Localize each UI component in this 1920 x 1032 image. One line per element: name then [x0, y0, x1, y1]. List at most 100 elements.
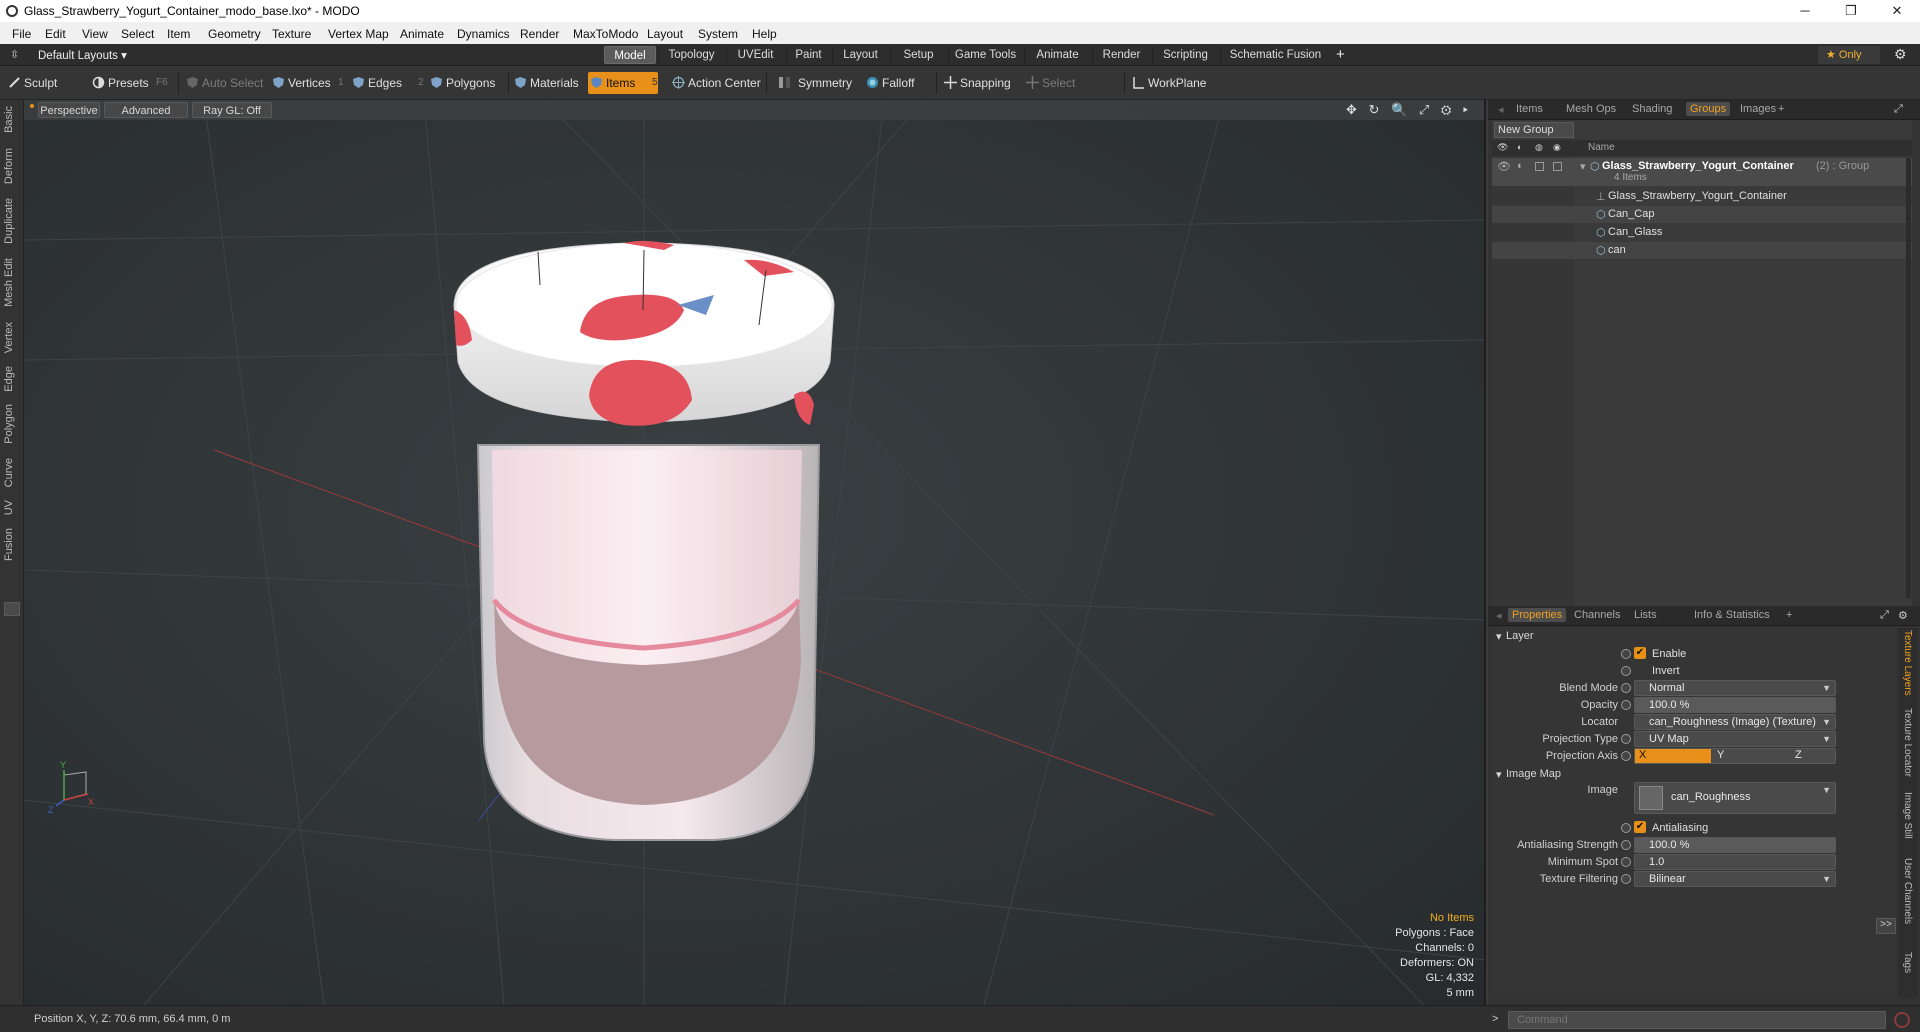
menu-layout[interactable]: Layout	[647, 27, 683, 41]
image-map-section[interactable]: ▾ Image Map	[1492, 766, 1896, 782]
record-icon[interactable]	[1894, 1012, 1910, 1028]
collapse-icon[interactable]: ▾	[1580, 160, 1586, 173]
invert-toggle[interactable]	[1621, 666, 1631, 676]
new-group-button[interactable]: New Group	[1494, 122, 1574, 138]
yogurt-jar-model[interactable]	[453, 240, 835, 841]
min-spot-input[interactable]: 1.0	[1634, 854, 1836, 870]
add-tab-icon[interactable]: +	[1778, 103, 1784, 115]
menu-system[interactable]: System	[698, 27, 738, 41]
tab-mesh-edit[interactable]: Mesh Edit	[3, 258, 15, 307]
action-center-button[interactable]: Action Center	[670, 72, 766, 94]
tab-fusion[interactable]: Fusion	[3, 528, 15, 561]
tab-edge[interactable]: Edge	[3, 366, 15, 392]
auto-select-button[interactable]: Auto Select	[184, 72, 264, 94]
tab-tags[interactable]: Tags	[1902, 952, 1913, 973]
viewport-nav-icons[interactable]: ✥ ↻ 🔍 ⤢ ⚙ ▸	[1346, 102, 1472, 118]
eye-icon[interactable]: 👁	[1497, 160, 1511, 173]
tab-curve[interactable]: Curve	[3, 458, 15, 487]
tab-scripting[interactable]: Scripting	[1152, 46, 1218, 64]
menu-vertex-map[interactable]: Vertex Map	[328, 27, 389, 41]
blend-mode-select[interactable]: Normal ▼	[1634, 680, 1836, 696]
tab-mesh-ops[interactable]: Mesh Ops	[1566, 103, 1616, 115]
locator-select[interactable]: can_Roughness (Image) (Texture) ▼	[1634, 714, 1836, 730]
menu-edit[interactable]: Edit	[45, 27, 66, 41]
tab-vertex[interactable]: Vertex	[3, 322, 15, 353]
image-select[interactable]: can_Roughness ▼	[1634, 782, 1836, 814]
select-through-button[interactable]: Select Through	[1024, 72, 1122, 112]
menu-help[interactable]: Help	[752, 27, 777, 41]
tab-texture-layers[interactable]: Texture Layers	[1902, 630, 1913, 696]
viewport-menu-icon[interactable]	[30, 104, 34, 108]
sculpt-button[interactable]: Sculpt	[6, 72, 88, 94]
tab-duplicate[interactable]: Duplicate	[3, 198, 15, 244]
tab-animate[interactable]: Animate	[1024, 46, 1090, 64]
tab-image-still[interactable]: Image Still	[1902, 792, 1913, 839]
items-button[interactable]: Items	[588, 72, 658, 94]
menu-view[interactable]: View	[82, 27, 108, 41]
tab-model[interactable]: Model	[604, 46, 656, 64]
menu-texture[interactable]: Texture	[272, 27, 311, 41]
menu-render[interactable]: Render	[520, 27, 559, 41]
snapping-button[interactable]: Snapping	[942, 72, 1022, 94]
menu-dynamics[interactable]: Dynamics	[457, 27, 510, 41]
layer-section[interactable]: ▾ Layer	[1492, 628, 1896, 644]
expand-icon[interactable]: ⤢	[1880, 609, 1889, 622]
panel-toggle-button[interactable]	[4, 602, 20, 616]
antialiasing-checkbox[interactable]: ✔	[1634, 821, 1646, 833]
close-button[interactable]: ✕	[1874, 0, 1920, 22]
minimize-button[interactable]: ─	[1782, 0, 1828, 22]
layout-toggle-icon[interactable]: ⇳	[10, 48, 19, 61]
symmetry-button[interactable]: Symmetry	[776, 72, 860, 94]
texture-filtering-select[interactable]: Bilinear ▼	[1634, 871, 1836, 887]
enable-checkbox[interactable]: ✔	[1634, 647, 1646, 659]
list-item[interactable]: ⊥ Glass_Strawberry_Yogurt_Container	[1492, 188, 1912, 205]
3d-viewport[interactable]: Y X Z Perspective Advanced Ray GL: Off ✥…	[24, 100, 1486, 1005]
tab-basic[interactable]: Basic	[3, 106, 15, 133]
tab-render[interactable]: Render	[1092, 46, 1150, 64]
polygons-button[interactable]: Polygons	[428, 72, 508, 94]
tab-info-statistics[interactable]: Info & Statistics	[1694, 609, 1770, 621]
panel-menu-icon[interactable]: ◂	[1498, 103, 1504, 116]
command-input[interactable]	[1508, 1011, 1886, 1029]
menu-item[interactable]: Item	[167, 27, 190, 41]
perspective-dropdown[interactable]: Perspective	[38, 102, 100, 118]
add-tab-icon[interactable]: +	[1786, 609, 1792, 621]
tab-setup[interactable]: Setup	[890, 46, 946, 64]
raygl-toggle[interactable]: Ray GL: Off	[192, 102, 272, 118]
projection-type-select[interactable]: UV Map ▼	[1634, 731, 1836, 747]
tab-properties[interactable]: Properties	[1508, 608, 1567, 622]
menu-geometry[interactable]: Geometry	[208, 27, 261, 41]
tab-deform[interactable]: Deform	[3, 148, 15, 184]
tab-topology[interactable]: Topology	[658, 46, 724, 64]
select-checkbox[interactable]	[1553, 162, 1562, 171]
menu-animate[interactable]: Animate	[400, 27, 444, 41]
tab-channels[interactable]: Channels	[1574, 609, 1620, 621]
edges-button[interactable]: Edges	[350, 72, 416, 94]
menu-select[interactable]: Select	[121, 27, 154, 41]
falloff-button[interactable]: Falloff	[864, 72, 940, 94]
more-button[interactable]: >>	[1876, 918, 1896, 934]
tab-images[interactable]: Images	[1740, 103, 1776, 115]
axis-x-button[interactable]: X	[1635, 749, 1711, 763]
tab-layout[interactable]: Layout	[832, 46, 888, 64]
tab-shading[interactable]: Shading	[1632, 103, 1672, 115]
tab-uvedit[interactable]: UVEdit	[726, 46, 784, 64]
lock-checkbox[interactable]	[1535, 162, 1544, 171]
tab-polygon[interactable]: Polygon	[3, 404, 15, 444]
group-row[interactable]: 👁 ◐ ▾ ⬡ Glass_Strawberry_Yogurt_Containe…	[1492, 158, 1912, 186]
axis-y-button[interactable]: Y	[1717, 749, 1724, 761]
workplane-button[interactable]: WorkPlane	[1130, 72, 1214, 94]
only-toggle[interactable]: ★ Only	[1818, 46, 1880, 64]
tab-lists[interactable]: Lists	[1634, 609, 1657, 621]
tab-uv[interactable]: UV	[3, 500, 15, 515]
render-icon[interactable]: ◐	[1517, 160, 1524, 172]
maximize-button[interactable]: ❐	[1828, 0, 1874, 22]
aa-strength-slider[interactable]: 100.0 %	[1634, 837, 1836, 853]
list-item[interactable]: ⬡ Can_Cap	[1492, 206, 1912, 223]
gear-icon[interactable]: ⚙	[1894, 46, 1907, 63]
tab-paint[interactable]: Paint	[786, 46, 830, 64]
opacity-slider[interactable]: 100.0 %	[1634, 697, 1836, 713]
tab-user-channels[interactable]: User Channels	[1902, 858, 1913, 924]
tab-texture-locator[interactable]: Texture Locator	[1902, 708, 1913, 777]
tab-groups[interactable]: Groups	[1686, 102, 1731, 116]
